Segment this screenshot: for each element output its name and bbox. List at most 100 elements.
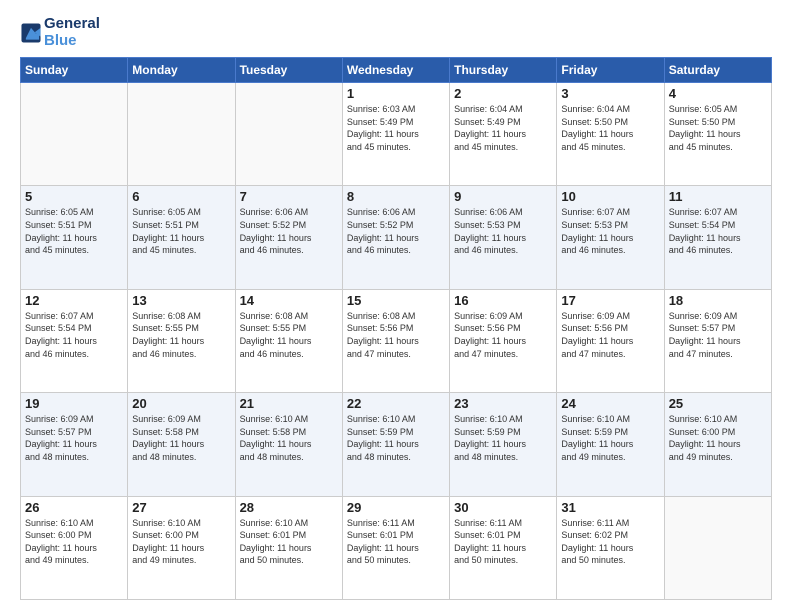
calendar-cell: 21Sunrise: 6:10 AM Sunset: 5:58 PM Dayli… [235,393,342,496]
day-number: 29 [347,500,445,515]
calendar-cell [664,496,771,599]
day-info: Sunrise: 6:10 AM Sunset: 6:00 PM Dayligh… [25,517,123,567]
day-info: Sunrise: 6:07 AM Sunset: 5:54 PM Dayligh… [25,310,123,360]
day-info: Sunrise: 6:10 AM Sunset: 6:00 PM Dayligh… [669,413,767,463]
calendar-cell: 20Sunrise: 6:09 AM Sunset: 5:58 PM Dayli… [128,393,235,496]
logo-icon [20,22,42,44]
day-number: 10 [561,189,659,204]
calendar-cell: 1Sunrise: 6:03 AM Sunset: 5:49 PM Daylig… [342,83,449,186]
day-info: Sunrise: 6:07 AM Sunset: 5:53 PM Dayligh… [561,206,659,256]
day-number: 7 [240,189,338,204]
day-number: 31 [561,500,659,515]
calendar-week-2: 5 Sunrise: 6:05 AM Sunset: 5:51 PM Daylig… [21,186,772,289]
day-info: Sunrise: 6:10 AM Sunset: 6:01 PM Dayligh… [240,517,338,567]
header: General Blue [20,16,772,49]
day-info: Sunrise: 6:05 AM Sunset: 5:50 PM Dayligh… [669,103,767,153]
day-info: Sunrise: 6:09 AM Sunset: 5:57 PM Dayligh… [25,413,123,463]
calendar-cell: 24 Sunrise: 6:10 AM Sunset: 5:59 PM Dayli… [557,393,664,496]
day-number: 24 [561,396,659,411]
calendar-cell: 27 Sunrise: 6:10 AM Sunset: 6:00 PM Dayli… [128,496,235,599]
day-info: Sunrise: 6:10 AM Sunset: 5:59 PM Dayligh… [347,413,445,463]
calendar-cell: 4Sunrise: 6:05 AM Sunset: 5:50 PM Daylig… [664,83,771,186]
calendar-week-5: 26 Sunrise: 6:10 AM Sunset: 6:00 PM Dayli… [21,496,772,599]
day-info: Sunrise: 6:03 AM Sunset: 5:49 PM Dayligh… [347,103,445,153]
day-info: Sunrise: 6:11 AM Sunset: 6:02 PM Dayligh… [561,517,659,567]
calendar-week-3: 12 Sunrise: 6:07 AM Sunset: 5:54 PM Dayli… [21,289,772,392]
weekday-header-wednesday: Wednesday [342,58,449,83]
calendar-cell: 14 Sunrise: 6:08 AM Sunset: 5:55 PM Dayli… [235,289,342,392]
day-number: 22 [347,396,445,411]
day-number: 9 [454,189,552,204]
day-number: 16 [454,293,552,308]
calendar-cell: 10 Sunrise: 6:07 AM Sunset: 5:53 PM Dayli… [557,186,664,289]
weekday-header-monday: Monday [128,58,235,83]
day-info: Sunrise: 6:05 AM Sunset: 5:51 PM Dayligh… [25,206,123,256]
calendar-cell: 3 Sunrise: 6:04 AM Sunset: 5:50 PM Daylig… [557,83,664,186]
weekday-header-row: SundayMondayTuesdayWednesdayThursdayFrid… [21,58,772,83]
day-info: Sunrise: 6:07 AM Sunset: 5:54 PM Dayligh… [669,206,767,256]
calendar-cell: 16 Sunrise: 6:09 AM Sunset: 5:56 PM Dayli… [450,289,557,392]
day-info: Sunrise: 6:10 AM Sunset: 6:00 PM Dayligh… [132,517,230,567]
calendar-cell: 7Sunrise: 6:06 AM Sunset: 5:52 PM Daylig… [235,186,342,289]
day-number: 14 [240,293,338,308]
calendar-cell: 22 Sunrise: 6:10 AM Sunset: 5:59 PM Dayli… [342,393,449,496]
day-info: Sunrise: 6:05 AM Sunset: 5:51 PM Dayligh… [132,206,230,256]
day-number: 5 [25,189,123,204]
day-info: Sunrise: 6:06 AM Sunset: 5:52 PM Dayligh… [347,206,445,256]
calendar-cell: 15 Sunrise: 6:08 AM Sunset: 5:56 PM Dayli… [342,289,449,392]
calendar-cell: 31 Sunrise: 6:11 AM Sunset: 6:02 PM Dayli… [557,496,664,599]
calendar-cell: 25Sunrise: 6:10 AM Sunset: 6:00 PM Dayli… [664,393,771,496]
day-info: Sunrise: 6:08 AM Sunset: 5:55 PM Dayligh… [132,310,230,360]
calendar-cell [235,83,342,186]
day-number: 18 [669,293,767,308]
day-info: Sunrise: 6:10 AM Sunset: 5:59 PM Dayligh… [561,413,659,463]
calendar-cell: 9 Sunrise: 6:06 AM Sunset: 5:53 PM Daylig… [450,186,557,289]
logo: General Blue [20,16,100,49]
calendar-cell: 8Sunrise: 6:06 AM Sunset: 5:52 PM Daylig… [342,186,449,289]
day-number: 17 [561,293,659,308]
calendar-cell: 29 Sunrise: 6:11 AM Sunset: 6:01 PM Dayli… [342,496,449,599]
day-info: Sunrise: 6:08 AM Sunset: 5:55 PM Dayligh… [240,310,338,360]
calendar-cell: 23 Sunrise: 6:10 AM Sunset: 5:59 PM Dayli… [450,393,557,496]
day-number: 28 [240,500,338,515]
day-number: 15 [347,293,445,308]
weekday-header-friday: Friday [557,58,664,83]
day-number: 6 [132,189,230,204]
day-info: Sunrise: 6:11 AM Sunset: 6:01 PM Dayligh… [347,517,445,567]
calendar-week-4: 19Sunrise: 6:09 AM Sunset: 5:57 PM Dayli… [21,393,772,496]
calendar-cell: 19Sunrise: 6:09 AM Sunset: 5:57 PM Dayli… [21,393,128,496]
day-info: Sunrise: 6:11 AM Sunset: 6:01 PM Dayligh… [454,517,552,567]
calendar-table: SundayMondayTuesdayWednesdayThursdayFrid… [20,57,772,600]
calendar-cell: 6 Sunrise: 6:05 AM Sunset: 5:51 PM Daylig… [128,186,235,289]
day-number: 26 [25,500,123,515]
day-info: Sunrise: 6:10 AM Sunset: 5:59 PM Dayligh… [454,413,552,463]
day-number: 2 [454,86,552,101]
calendar-cell: 13 Sunrise: 6:08 AM Sunset: 5:55 PM Dayli… [128,289,235,392]
calendar-cell: 17 Sunrise: 6:09 AM Sunset: 5:56 PM Dayli… [557,289,664,392]
day-info: Sunrise: 6:08 AM Sunset: 5:56 PM Dayligh… [347,310,445,360]
calendar-cell [21,83,128,186]
calendar-cell: 12 Sunrise: 6:07 AM Sunset: 5:54 PM Dayli… [21,289,128,392]
day-info: Sunrise: 6:09 AM Sunset: 5:56 PM Dayligh… [454,310,552,360]
day-number: 3 [561,86,659,101]
calendar-cell [128,83,235,186]
page: General Blue SundayMondayTuesdayWednesda… [0,0,792,612]
day-info: Sunrise: 6:04 AM Sunset: 5:49 PM Dayligh… [454,103,552,153]
calendar-cell: 18Sunrise: 6:09 AM Sunset: 5:57 PM Dayli… [664,289,771,392]
day-number: 13 [132,293,230,308]
day-number: 12 [25,293,123,308]
calendar-cell: 30 Sunrise: 6:11 AM Sunset: 6:01 PM Dayli… [450,496,557,599]
calendar-cell: 11 Sunrise: 6:07 AM Sunset: 5:54 PM Dayli… [664,186,771,289]
calendar-week-1: 1Sunrise: 6:03 AM Sunset: 5:49 PM Daylig… [21,83,772,186]
calendar-cell: 26 Sunrise: 6:10 AM Sunset: 6:00 PM Dayli… [21,496,128,599]
day-number: 30 [454,500,552,515]
day-number: 21 [240,396,338,411]
day-info: Sunrise: 6:06 AM Sunset: 5:53 PM Dayligh… [454,206,552,256]
day-number: 11 [669,189,767,204]
day-info: Sunrise: 6:04 AM Sunset: 5:50 PM Dayligh… [561,103,659,153]
day-number: 23 [454,396,552,411]
day-info: Sunrise: 6:09 AM Sunset: 5:58 PM Dayligh… [132,413,230,463]
calendar-cell: 5 Sunrise: 6:05 AM Sunset: 5:51 PM Daylig… [21,186,128,289]
day-number: 27 [132,500,230,515]
day-info: Sunrise: 6:09 AM Sunset: 5:56 PM Dayligh… [561,310,659,360]
